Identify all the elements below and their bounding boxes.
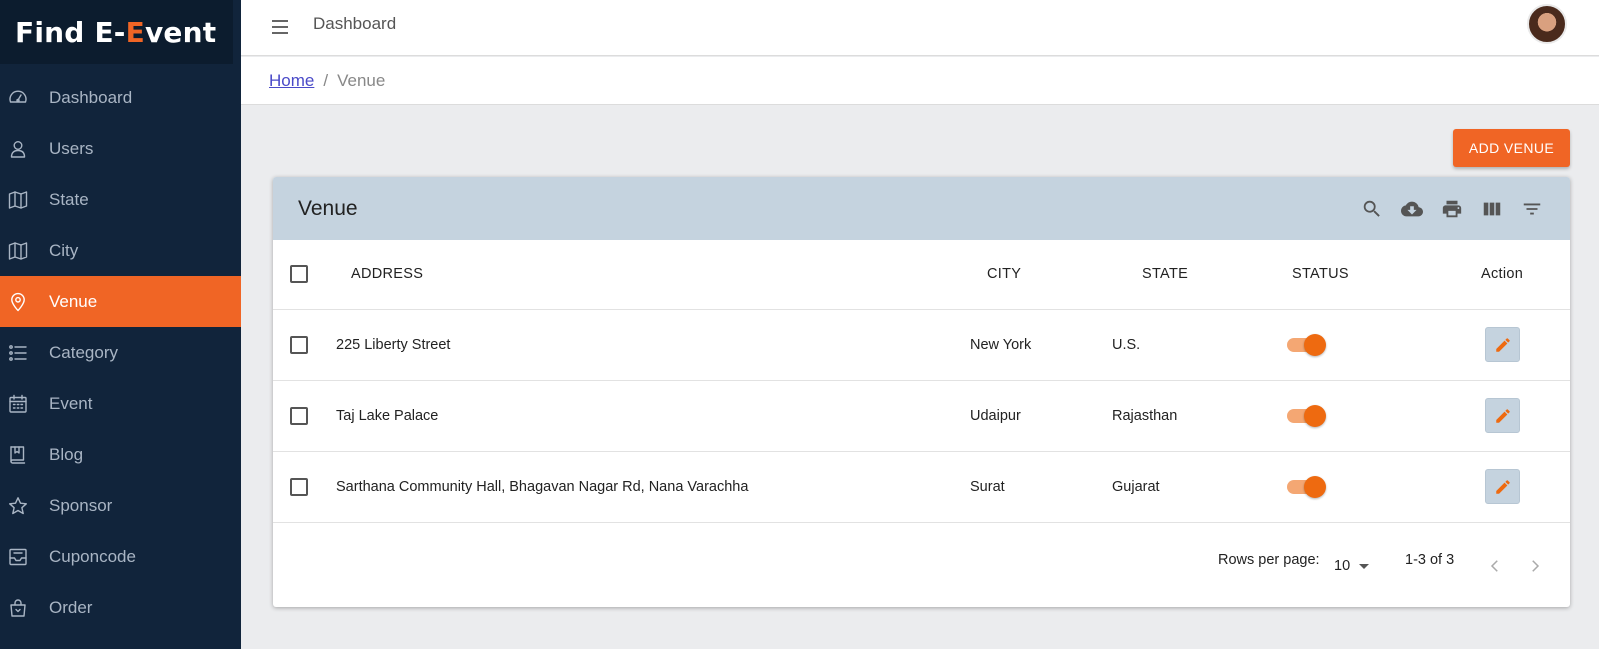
table-title: Venue <box>298 197 358 220</box>
hamburger-menu-icon[interactable] <box>270 18 290 38</box>
sidebar-item-label: Dashboard <box>49 87 133 107</box>
breadcrumb-separator: / <box>323 70 329 90</box>
edit-button[interactable] <box>1485 327 1520 362</box>
rows-per-page-select[interactable]: 10 <box>1334 557 1370 574</box>
sidebar-item-cuponcode[interactable]: Cuponcode <box>0 531 241 582</box>
sidebar-item-blog[interactable]: Blog <box>0 429 241 480</box>
caret-down-icon <box>1359 564 1370 569</box>
brand-name: Find E-Event <box>15 15 217 49</box>
sidebar-item-order[interactable]: Order <box>0 582 241 633</box>
rows-per-page-value: 10 <box>1334 557 1351 574</box>
next-page-button[interactable] <box>1523 554 1547 578</box>
print-icon[interactable] <box>1432 193 1472 225</box>
venue-table: ADDRESS CITY STATE STATUS Action 225 Lib… <box>273 240 1570 523</box>
column-header-city[interactable]: CITY <box>970 240 1112 310</box>
cell-address: Sarthana Community Hall, Bhagavan Nagar … <box>336 451 970 523</box>
sidebar-item-label: State <box>49 189 89 209</box>
cell-city: Udaipur <box>970 380 1112 452</box>
download-icon[interactable] <box>1392 193 1432 225</box>
cell-state: Rajasthan <box>1112 380 1286 452</box>
map-icon <box>7 240 29 262</box>
sidebar-item-label: City <box>49 240 79 260</box>
row-checkbox[interactable] <box>290 335 308 354</box>
table-tools <box>1352 193 1552 225</box>
status-toggle[interactable] <box>1287 475 1326 498</box>
page-title: Dashboard <box>313 14 397 33</box>
cell-city: Surat <box>970 451 1112 523</box>
select-all-checkbox[interactable] <box>290 265 308 284</box>
column-header-state[interactable]: STATE <box>1112 240 1286 310</box>
sidebar-item-label: Order <box>49 597 93 617</box>
status-toggle[interactable] <box>1287 333 1326 356</box>
sidebar-item-label: Venue <box>49 291 98 311</box>
star-icon <box>7 495 29 517</box>
pencil-icon <box>1495 337 1510 352</box>
sidebar-item-category[interactable]: Category <box>0 327 241 378</box>
breadcrumb: Home / Venue <box>241 57 1599 105</box>
row-checkbox[interactable] <box>290 406 308 425</box>
table-toolbar: Venue <box>273 177 1570 240</box>
cell-address: 225 Liberty Street <box>336 309 970 381</box>
sidebar-item-label: Category <box>49 342 118 362</box>
venue-table-card: Venue ADDRESS CITY STATE STATUS Action 2… <box>273 177 1570 607</box>
sidebar-item-label: Users <box>49 138 94 158</box>
breadcrumb-home-link[interactable]: Home <box>269 71 314 91</box>
location-pin-icon <box>7 291 29 313</box>
edit-button[interactable] <box>1485 398 1520 433</box>
sidebar-item-label: Cuponcode <box>49 546 136 566</box>
sidebar-item-city[interactable]: City <box>0 225 241 276</box>
book-icon <box>7 444 29 466</box>
column-header-status[interactable]: STATUS <box>1286 240 1454 310</box>
avatar[interactable] <box>1527 4 1567 44</box>
sidebar-item-state[interactable]: State <box>0 174 241 225</box>
table-header-row: ADDRESS CITY STATE STATUS Action <box>273 240 1570 310</box>
sidebar-item-label: Sponsor <box>49 495 113 515</box>
cell-state: U.S. <box>1112 309 1286 381</box>
user-icon <box>7 138 29 160</box>
edit-button[interactable] <box>1485 469 1520 504</box>
pencil-icon <box>1495 479 1510 494</box>
rows-per-page-label: Rows per page: <box>1218 551 1320 568</box>
search-icon[interactable] <box>1352 193 1392 225</box>
list-icon <box>7 342 29 364</box>
status-toggle[interactable] <box>1287 404 1326 427</box>
pencil-icon <box>1495 408 1510 423</box>
column-header-address[interactable]: ADDRESS <box>336 240 970 310</box>
sidebar-item-event[interactable]: Event <box>0 378 241 429</box>
filter-icon[interactable] <box>1512 193 1552 225</box>
inbox-icon <box>7 546 29 568</box>
chevron-right-icon <box>1532 559 1540 572</box>
table-row: 225 Liberty Street New York U.S. <box>273 309 1570 381</box>
cell-address: Taj Lake Palace <box>336 380 970 452</box>
table-pagination: Rows per page: 10 1-3 of 3 <box>273 523 1570 607</box>
sidebar-nav: Dashboard Users State City Venue Categor… <box>0 72 241 633</box>
chevron-left-icon <box>1490 559 1498 572</box>
view-columns-icon[interactable] <box>1472 193 1512 225</box>
column-header-action: Action <box>1454 240 1570 310</box>
sidebar: Find E-Event Dashboard Users State City … <box>0 0 241 649</box>
sidebar-item-label: Event <box>49 393 93 413</box>
sidebar-item-venue[interactable]: Venue <box>0 276 241 327</box>
sidebar-item-label: Blog <box>49 444 84 464</box>
pagination-range: 1-3 of 3 <box>1405 551 1455 568</box>
brand-logo[interactable]: Find E-Event <box>0 0 233 64</box>
add-venue-button[interactable]: ADD VENUE <box>1453 129 1570 167</box>
map-icon <box>7 189 29 211</box>
sidebar-item-dashboard[interactable]: Dashboard <box>0 72 241 123</box>
top-bar: Dashboard <box>241 0 1599 56</box>
table-row: Sarthana Community Hall, Bhagavan Nagar … <box>273 451 1570 523</box>
sidebar-item-users[interactable]: Users <box>0 123 241 174</box>
breadcrumb-current: Venue <box>337 70 386 90</box>
table-row: Taj Lake Palace Udaipur Rajasthan <box>273 380 1570 452</box>
gauge-icon <box>7 87 29 109</box>
shopping-bag-icon <box>7 597 29 619</box>
previous-page-button[interactable] <box>1483 554 1507 578</box>
calendar-icon <box>7 393 29 415</box>
sidebar-item-sponsor[interactable]: Sponsor <box>0 480 241 531</box>
cell-city: New York <box>970 309 1112 381</box>
row-checkbox[interactable] <box>290 477 308 496</box>
cell-state: Gujarat <box>1112 451 1286 523</box>
